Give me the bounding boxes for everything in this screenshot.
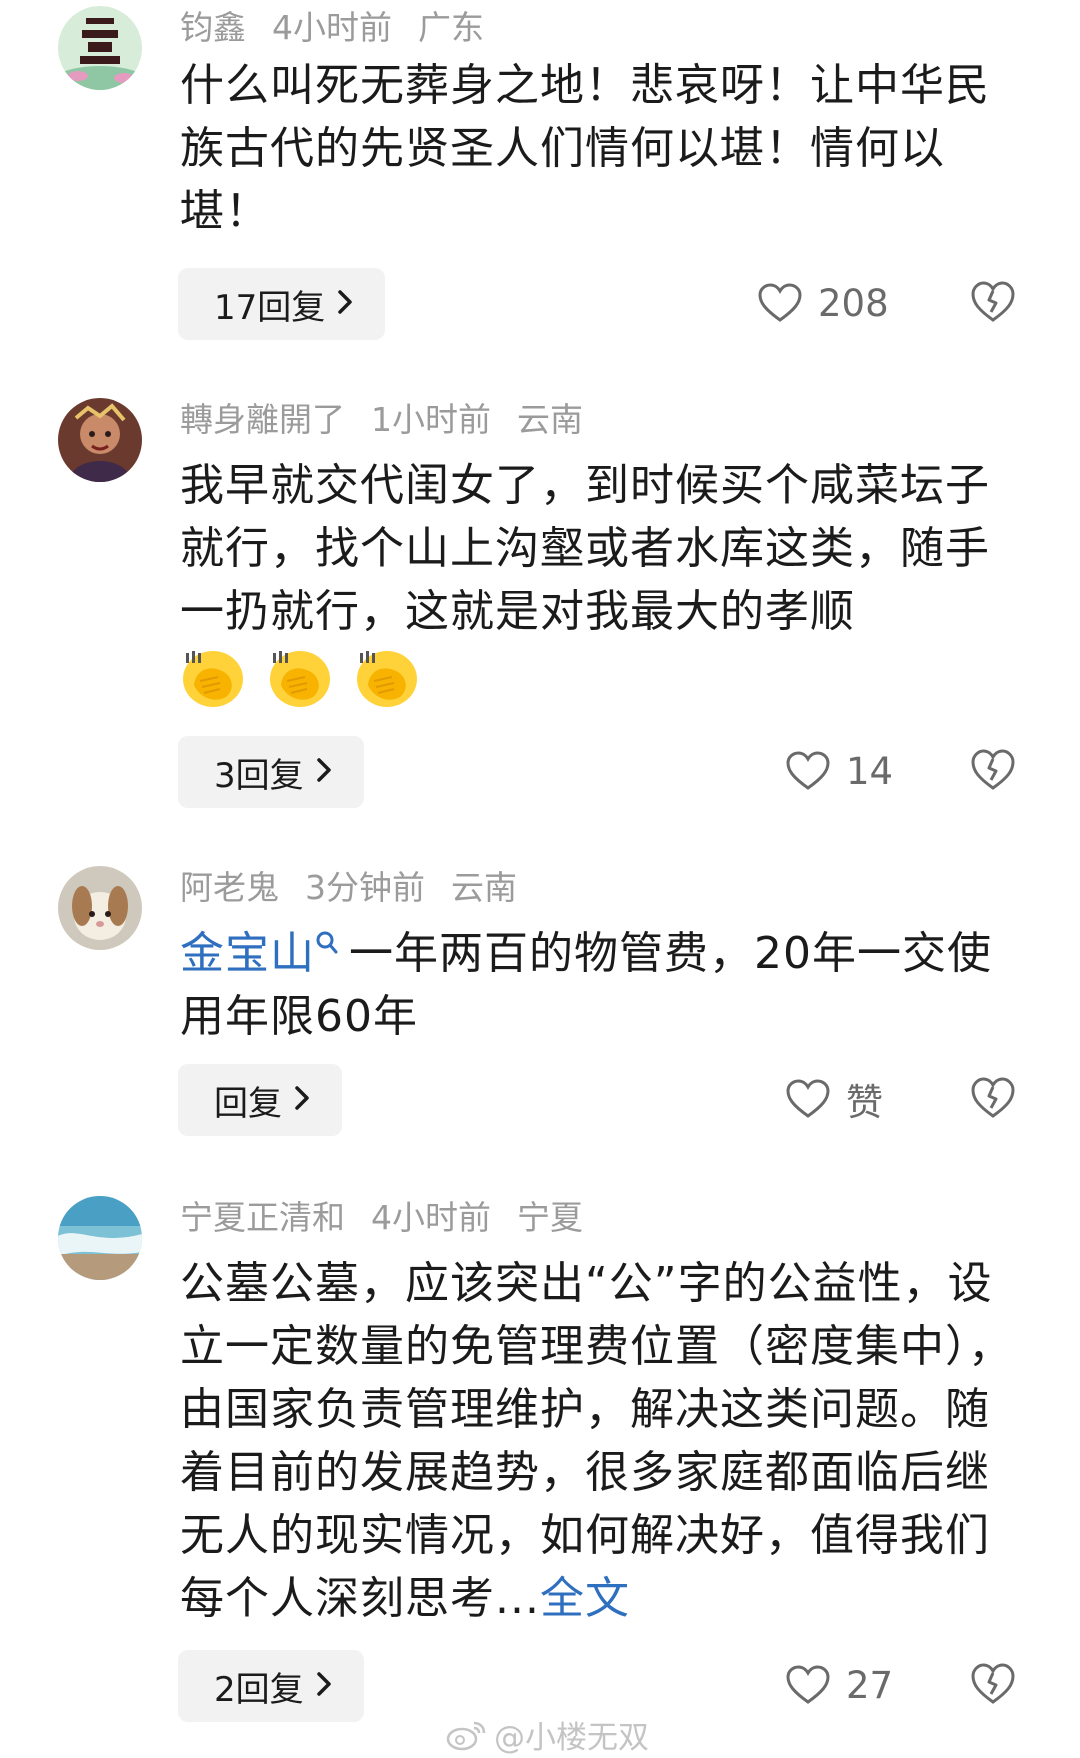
like-count: 14 — [846, 749, 894, 793]
chevron-right-icon — [316, 752, 332, 792]
face-palm-emoji-icon — [270, 651, 330, 707]
keyword-link[interactable]: 金宝山 — [180, 928, 315, 979]
location: 云南 — [517, 400, 583, 439]
like-button[interactable]: 赞 — [786, 1069, 883, 1129]
username[interactable]: 轉身離開了 — [180, 400, 345, 439]
heart-icon — [758, 283, 802, 322]
like-count: 27 — [846, 1663, 894, 1707]
full-text-link[interactable]: 全文 — [540, 1573, 630, 1624]
comment-text[interactable]: 什么叫死无葬身之地！悲哀呀！让中华民族古代的先贤圣人们情何以堪！情何以堪！ — [180, 54, 1020, 243]
location: 广东 — [418, 8, 484, 47]
timestamp: 3分钟前 — [305, 868, 425, 907]
like-button[interactable]: 208 — [758, 273, 889, 333]
like-count: 208 — [818, 281, 889, 325]
like-count: 赞 — [846, 1081, 883, 1124]
emoji-row — [180, 645, 1020, 715]
broken-heart-icon[interactable] — [970, 1075, 1016, 1121]
comment-meta: 阿老鬼 3分钟前 云南 — [180, 868, 543, 908]
comment-body: 我早就交代闺女了，到时候买个咸菜坛子就行，找个山上沟壑或者水库这类，随手一扔就行… — [180, 460, 990, 637]
like-button[interactable]: 27 — [786, 1655, 893, 1715]
location: 云南 — [451, 868, 517, 907]
timestamp: 4小时前 — [272, 8, 392, 47]
face-palm-emoji-icon — [357, 651, 417, 707]
comment-meta: 钧鑫 4小时前 广东 — [180, 8, 510, 48]
comment-text[interactable]: 公墓公墓，应该突出“公”字的公益性，设立一定数量的免管理费位置（密度集中），由国… — [180, 1252, 1020, 1630]
heart-icon — [786, 1665, 830, 1704]
like-button[interactable]: 14 — [786, 741, 893, 801]
face-palm-emoji-icon — [183, 651, 243, 707]
username[interactable]: 阿老鬼 — [180, 868, 279, 907]
reply-button[interactable]: 17回复 — [178, 268, 386, 340]
reply-button[interactable]: 2回复 — [178, 1650, 364, 1722]
chevron-right-icon — [316, 1666, 332, 1706]
broken-heart-icon[interactable] — [970, 747, 1016, 793]
heart-icon — [786, 751, 830, 790]
comment-body: 公墓公墓，应该突出“公”字的公益性，设立一定数量的免管理费位置（密度集中），由国… — [180, 1258, 1013, 1624]
avatar[interactable] — [58, 1196, 142, 1280]
reply-label: 17回复 — [214, 287, 326, 328]
reply-label: 回复 — [214, 1083, 282, 1124]
heart-icon — [786, 1079, 830, 1118]
username[interactable]: 宁夏正清和 — [180, 1198, 345, 1237]
broken-heart-icon[interactable] — [970, 279, 1016, 325]
search-icon[interactable] — [315, 930, 339, 958]
reply-button[interactable]: 3回复 — [178, 736, 364, 808]
comment-text[interactable]: 金宝山 一年两百的物管费，20年一交使用年限60年 — [180, 922, 1020, 1048]
comment-meta: 宁夏正清和 4小时前 宁夏 — [180, 1198, 609, 1238]
chevron-right-icon — [337, 284, 353, 324]
watermark: @小楼无双 — [446, 1712, 649, 1757]
comment-text[interactable]: 我早就交代闺女了，到时候买个咸菜坛子就行，找个山上沟壑或者水库这类，随手一扔就行… — [180, 454, 1020, 715]
avatar[interactable] — [58, 398, 142, 482]
avatar[interactable] — [58, 866, 142, 950]
timestamp: 4小时前 — [371, 1198, 491, 1237]
broken-heart-icon[interactable] — [970, 1661, 1016, 1707]
reply-label: 3回复 — [214, 755, 304, 796]
watermark-text: @小楼无双 — [494, 1720, 649, 1756]
reply-label: 2回复 — [214, 1669, 304, 1710]
timestamp: 1小时前 — [371, 400, 491, 439]
location: 宁夏 — [517, 1198, 583, 1237]
username[interactable]: 钧鑫 — [180, 8, 246, 47]
chevron-right-icon — [294, 1080, 310, 1120]
comment-meta: 轉身離開了 1小时前 云南 — [180, 400, 609, 440]
reply-button[interactable]: 回复 — [178, 1064, 342, 1136]
avatar[interactable] — [58, 6, 142, 90]
weibo-logo-icon — [446, 1721, 486, 1750]
